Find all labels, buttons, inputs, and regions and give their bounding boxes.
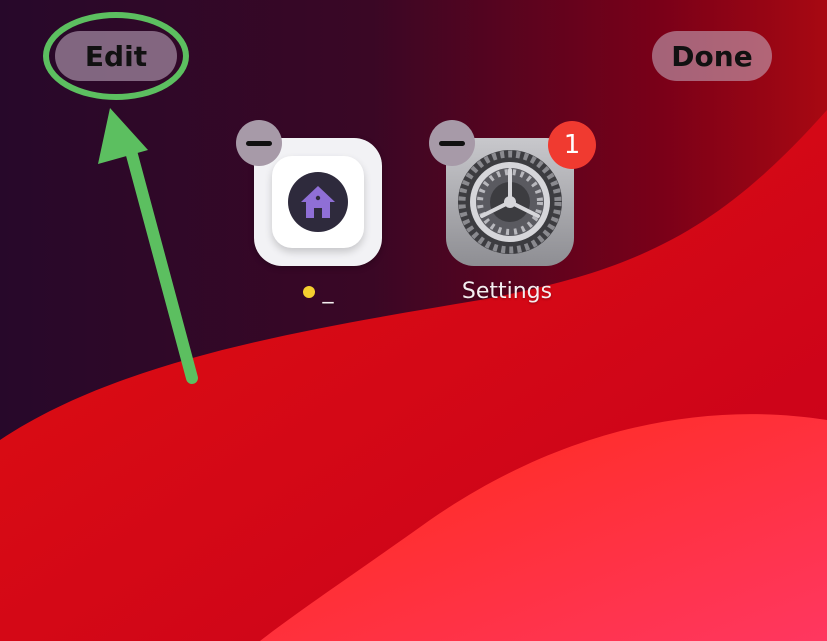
done-button[interactable]: Done — [652, 31, 772, 81]
edit-button[interactable]: Edit — [55, 31, 177, 81]
home-app-name: _ — [322, 279, 334, 304]
minus-icon — [439, 140, 465, 146]
update-dot-icon — [302, 286, 315, 298]
remove-home-app-button[interactable] — [236, 120, 282, 166]
minus-icon — [246, 140, 272, 146]
wallpaper — [0, 0, 827, 641]
remove-settings-app-button[interactable] — [429, 120, 475, 166]
home-app-card — [272, 156, 364, 248]
notification-badge: 1 — [548, 121, 596, 169]
settings-app-label: Settings — [461, 279, 553, 304]
home-app-icon — [288, 172, 348, 232]
house-icon — [301, 186, 335, 218]
home-app-label: _ — [260, 279, 376, 304]
